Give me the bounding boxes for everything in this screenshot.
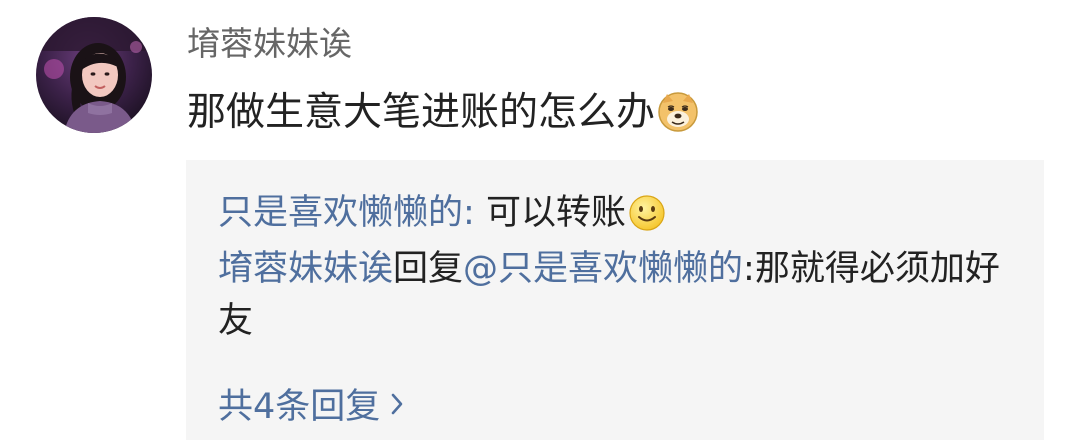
reply-item: 堉蓉妹妹诶回复@只是喜欢懒懒的:那就得必须加好友: [218, 243, 1018, 347]
reply-item: 只是喜欢懒懒的: 可以转账: [218, 187, 666, 247]
comment-text: 那做生意大笔进账的怎么办: [187, 86, 699, 148]
reply-separator: :: [463, 193, 486, 233]
comment-item: 堉蓉妹妹诶 那做生意大笔进账的怎么办 只是喜欢懒懒的: 可以转账 堉蓉妹妹诶回复…: [0, 0, 1077, 440]
comment-username[interactable]: 堉蓉妹妹诶: [187, 20, 352, 68]
doge-emoji-icon: [657, 91, 699, 148]
comment-text-content: 那做生意大笔进账的怎么办: [187, 90, 656, 135]
avatar-image: [36, 17, 152, 133]
reply-preview-box[interactable]: 只是喜欢懒懒的: 可以转账 堉蓉妹妹诶回复@只是喜欢懒懒的:那就得必须加好友 共…: [186, 160, 1044, 440]
avatar[interactable]: [36, 17, 152, 133]
reply-text: 可以转账: [485, 193, 626, 233]
reply-separator: :: [743, 249, 755, 289]
view-more-replies-link[interactable]: 共4条回复: [218, 379, 404, 433]
reply-mention[interactable]: @只是喜欢懒懒的: [463, 249, 743, 289]
reply-author[interactable]: 只是喜欢懒懒的: [218, 193, 463, 233]
chevron-right-icon: [390, 379, 404, 431]
more-replies-label: 共4条回复: [218, 387, 381, 427]
reply-author[interactable]: 堉蓉妹妹诶: [218, 249, 393, 289]
reply-word: 回复: [393, 249, 464, 289]
smile-emoji-icon: [628, 194, 666, 247]
